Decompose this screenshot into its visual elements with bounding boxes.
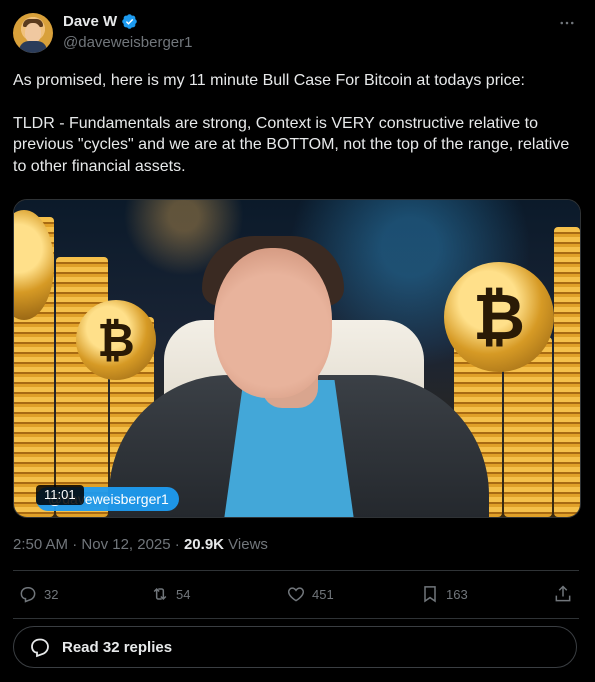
share-button[interactable] — [553, 584, 573, 604]
coin-stack — [554, 227, 580, 517]
like-count: 451 — [312, 586, 334, 602]
post-text: As promised, here is my 11 minute Bull C… — [13, 70, 578, 177]
post-paragraph: TLDR - Fundamentals are strong, Context … — [13, 114, 570, 175]
verified-icon — [122, 14, 137, 29]
divider — [13, 618, 579, 619]
read-replies-label: Read 32 replies — [62, 638, 173, 656]
coin-stack — [56, 257, 108, 517]
action-bar: 32 54 451 163 — [13, 584, 579, 606]
repost-icon — [153, 587, 167, 601]
reply-button[interactable]: 32 — [18, 584, 58, 604]
more-icon[interactable] — [557, 13, 577, 33]
post-date[interactable]: Nov 12, 2025 — [81, 536, 170, 553]
author-name-row: Dave W — [63, 13, 138, 30]
meta-separator: · — [68, 536, 82, 553]
read-replies-button[interactable]: Read 32 replies — [13, 626, 577, 668]
video-badge[interactable]: @daveweisberger1 11:01 — [36, 485, 179, 511]
reply-count: 32 — [44, 586, 59, 602]
divider — [13, 570, 579, 571]
video-player[interactable]: ₿ ₿ @daveweisberger1 11:01 — [13, 199, 581, 518]
author-avatar[interactable] — [13, 13, 53, 53]
author-handle[interactable]: @daveweisberger1 — [63, 34, 192, 51]
bitcoin-coin-icon: ₿ — [444, 262, 554, 372]
bookmark-button[interactable]: 163 — [420, 584, 468, 604]
bitcoin-coin-icon: ₿ — [76, 300, 156, 380]
post-paragraph: As promised, here is my 11 minute Bull C… — [13, 72, 525, 89]
repost-count: 54 — [176, 586, 191, 602]
author-display-name[interactable]: Dave W — [63, 13, 117, 30]
like-button[interactable]: 451 — [286, 584, 334, 604]
repost-button[interactable]: 54 — [150, 584, 190, 604]
views-count: 20.9K — [183, 536, 224, 553]
post-time[interactable]: 2:50 AM — [13, 536, 68, 553]
person-head — [214, 248, 332, 398]
read-replies-icon — [31, 638, 49, 658]
avatar-face — [25, 23, 41, 43]
video-duration: 11:01 — [36, 485, 84, 505]
bookmark-icon — [424, 586, 436, 603]
avatar-shirt — [19, 41, 47, 53]
bookmark-count: 163 — [446, 586, 468, 602]
reply-icon — [20, 587, 36, 603]
share-icon — [555, 585, 571, 602]
post-meta: 2:50 AM · Nov 12, 2025 · 20.9K Views — [13, 536, 268, 553]
views-label: Views — [224, 536, 268, 553]
like-icon — [287, 587, 305, 602]
meta-separator: · — [170, 536, 184, 553]
